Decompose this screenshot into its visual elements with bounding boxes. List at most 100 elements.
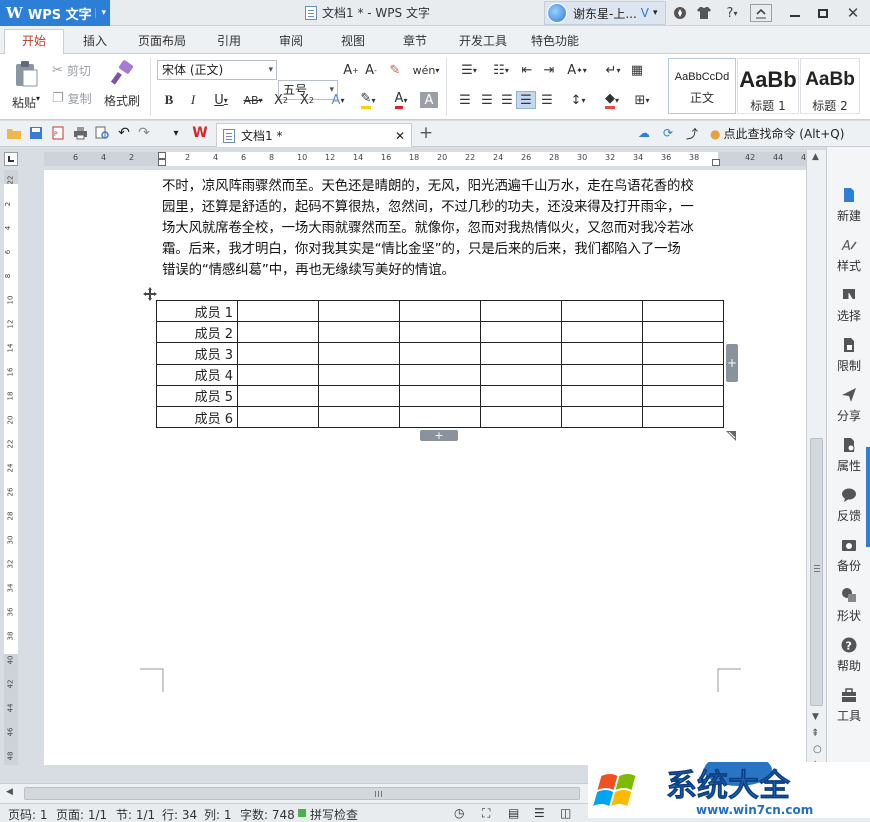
restore-ribbon-icon[interactable] [750,4,772,22]
clear-format-icon[interactable]: ✎ [386,60,404,80]
table-cell[interactable] [237,321,319,344]
pane-styles[interactable]: A 样式 [827,237,870,274]
maximize-button[interactable] [812,3,834,23]
pane-properties[interactable]: 属性 [827,437,870,474]
app-menu-dropdown-icon[interactable]: ▾ [95,8,106,18]
strikethrough-button[interactable]: AB ▾ [238,90,268,110]
pinyin-icon[interactable]: wén ▾ [412,60,440,80]
fullscreen-icon[interactable]: ⛶ [482,806,490,821]
revision-icon[interactable]: ◷ [454,806,464,820]
font-color-icon[interactable]: A ▾ [388,90,414,110]
chinese-layout-icon[interactable]: A ✦ ▾ [562,60,592,80]
horizontal-scrollbar[interactable]: ◀ [0,783,588,803]
tab-references[interactable]: 引用 [204,30,254,54]
show-marks-icon[interactable]: ↵ ▾ [600,60,626,80]
status-column[interactable]: 列: 1 [204,806,232,822]
table-row[interactable]: 成员 6 [156,405,724,429]
table-cell[interactable] [399,342,481,365]
add-column-icon[interactable]: + [726,344,738,382]
table-cell[interactable] [318,405,400,429]
table-resize-handle-icon[interactable] [726,430,736,441]
minimize-button[interactable] [784,3,806,23]
table-cell[interactable] [480,405,562,429]
grow-font-icon[interactable]: A + [342,60,360,80]
table-cell[interactable] [399,363,481,386]
compass-icon[interactable] [672,3,688,23]
pane-shapes[interactable]: 形状 [827,587,870,624]
pane-toggle[interactable] [866,447,870,547]
pane-help[interactable]: ? 帮助 [827,637,870,674]
help-button[interactable]: ? ▾ [720,3,744,23]
table-row[interactable]: 成员 2 [156,321,724,344]
close-button[interactable]: ✕ [842,3,864,23]
style-normal[interactable]: AaBbCcDd 正文 [668,58,736,114]
justify-icon[interactable]: ☰ [516,91,536,109]
numbering-icon[interactable]: ☷ ▾ [486,60,516,80]
table-row[interactable]: 成员 5 [156,384,724,407]
format-painter-button[interactable]: 格式刷 [102,60,142,109]
char-shading-icon[interactable]: A [420,92,438,108]
borders-icon[interactable]: ⊞ ▾ [628,90,656,110]
customize-qa-icon[interactable]: ▾ [168,125,184,141]
line-spacing-icon[interactable]: ↕ ▾ [564,90,592,110]
style-heading-1[interactable]: AaBb 标题 1 [737,58,799,114]
pane-new[interactable]: 新建 [827,187,870,224]
align-right-icon[interactable]: ☰ [498,90,516,110]
sync-icon[interactable]: ⟳ [660,125,676,141]
table-cell[interactable] [318,321,400,344]
app-menu-button[interactable]: W WPS 文字 ▾ [0,0,110,26]
pane-share[interactable]: 分享 [827,387,870,424]
member-label-cell[interactable]: 成员 5 [156,384,238,407]
tab-developer[interactable]: 开发工具 [450,30,516,54]
bold-button[interactable]: B [160,90,178,110]
tab-insert[interactable]: 插入 [70,30,120,54]
member-label-cell[interactable]: 成员 4 [156,363,238,386]
wps-home-icon[interactable]: W [192,125,208,141]
member-label-cell[interactable]: 成员 3 [156,342,238,365]
shading-icon[interactable]: ◆ ▾ [598,90,626,110]
select-browse-icon[interactable]: ○ [813,744,822,755]
scroll-down-icon[interactable]: ▼ [812,712,819,722]
table-cell[interactable] [561,384,643,407]
table-cell[interactable] [237,342,319,365]
pane-tools[interactable]: 工具 [827,687,870,724]
tab-review[interactable]: 审阅 [266,30,316,54]
table-cell[interactable] [237,363,319,386]
tab-special[interactable]: 特色功能 [524,30,586,54]
align-center-icon[interactable]: ☰ [478,90,496,110]
table-cell[interactable] [237,384,319,407]
pane-select[interactable]: 选择 [827,287,870,324]
undo-icon[interactable]: ↶ [116,125,132,141]
new-tab-icon[interactable]: + [418,123,434,143]
highlight-icon[interactable]: ✎ ▾ [354,90,382,110]
print-icon[interactable] [72,125,88,141]
scroll-up-icon[interactable]: ▲ [812,152,819,162]
tab-chapter[interactable]: 章节 [390,30,440,54]
vertical-scrollbar[interactable]: ▲ ▼ ⇞ ○ ⇟ [806,150,826,783]
table-cell[interactable] [642,384,724,407]
font-name-select[interactable]: 宋体 (正文) [157,60,277,80]
members-table[interactable]: 成员 1 成员 2 成员 3 成员 4 成员 5 成员 6 [156,299,724,429]
add-row-icon[interactable]: + [420,430,458,441]
table-cell[interactable] [561,405,643,429]
distributed-icon[interactable]: ☰ [538,90,556,110]
scroll-thumb[interactable] [24,787,580,800]
table-cell[interactable] [399,405,481,429]
save-icon[interactable] [28,125,44,141]
member-label-cell[interactable]: 成员 2 [156,321,238,344]
pane-restrict[interactable]: 限制 [827,337,870,374]
table-cell[interactable] [561,321,643,344]
page-view-icon[interactable]: ▤ [508,806,519,820]
web-view-icon[interactable]: ◫ [560,806,571,820]
table-cell[interactable] [480,363,562,386]
status-pages[interactable]: 页面: 1/1 [56,806,107,822]
bullets-icon[interactable]: ☰ ▾ [454,60,484,80]
subscript-button[interactable]: X2 [298,90,316,110]
vertical-ruler[interactable]: 22 2 4 6 8 10 12 14 16 18 20 22 24 26 28 30 32 34 36 38 40 42… [4,170,18,765]
status-section[interactable]: 节: 1/1 [116,806,155,822]
command-search[interactable]: ● 点此查找命令 (Alt+Q) [710,125,844,142]
first-line-indent-marker[interactable] [158,152,166,159]
document-page[interactable]: 不时，凉风阵雨骤然而至。天色还是晴朗的，无风，阳光洒遍千山万水，走在鸟语花香的校… [44,170,806,765]
open-folder-icon[interactable] [6,125,22,141]
pane-feedback[interactable]: 反馈 [827,487,870,524]
